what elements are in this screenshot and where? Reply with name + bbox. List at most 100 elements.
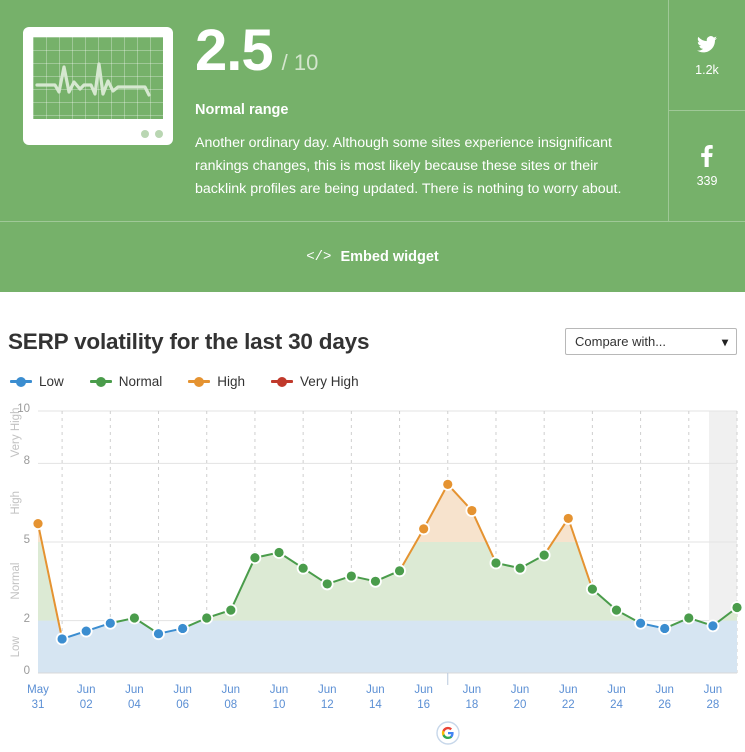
monitor-screen	[32, 37, 163, 119]
x-tick-day: 04	[128, 698, 141, 711]
data-point[interactable]	[537, 548, 551, 562]
volatility-score: 2.5	[195, 18, 274, 83]
legend-label: Normal	[118, 374, 163, 389]
data-point[interactable]	[730, 601, 744, 614]
x-axis-tick: Jun 24	[596, 683, 636, 712]
page-title: SERP volatility for the last 30 days	[8, 328, 370, 354]
monitor-icon-wrap	[0, 22, 195, 221]
data-point[interactable]	[320, 577, 334, 591]
x-tick-month: Jun	[76, 684, 96, 696]
legend-label: Low	[39, 374, 64, 389]
compare-with-select[interactable]: Compare with... ▾	[565, 328, 737, 355]
data-point[interactable]	[55, 632, 69, 646]
x-tick-month: Jun	[269, 684, 289, 696]
data-point[interactable]	[682, 611, 696, 625]
x-axis-tick: Jun 22	[548, 683, 588, 712]
x-tick-month: May	[27, 684, 49, 696]
data-point[interactable]	[706, 619, 720, 633]
x-axis-tick: Jun 12	[307, 683, 347, 712]
x-tick-day: 20	[513, 698, 527, 711]
data-point[interactable]	[128, 611, 141, 625]
x-axis-tick: Jun 10	[259, 683, 299, 712]
facebook-share-button[interactable]: 339	[669, 110, 745, 221]
volatility-score-max: / 10	[281, 50, 319, 75]
data-point[interactable]	[248, 551, 262, 565]
data-point[interactable]	[152, 627, 165, 641]
compare-with-value: Compare with...	[575, 334, 667, 349]
x-tick-day: 18	[465, 698, 479, 711]
data-point[interactable]	[561, 512, 575, 525]
legend-item-normal[interactable]: Normal	[89, 374, 163, 389]
facebook-icon	[701, 144, 713, 167]
chart-header: SERP volatility for the last 30 days Com…	[0, 328, 745, 355]
data-point[interactable]	[658, 622, 672, 635]
x-tick-day: 24	[610, 698, 623, 711]
x-axis-tick: Jun 04	[114, 683, 154, 712]
x-tick-month: Jun	[125, 684, 144, 696]
data-point[interactable]	[103, 616, 117, 630]
y-axis-band-label: High	[10, 490, 22, 515]
ecg-waveform-icon	[34, 62, 151, 97]
x-axis-tick: Jun 28	[693, 683, 733, 712]
twitter-share-button[interactable]: 1.2k	[669, 0, 745, 110]
x-tick-day: 10	[272, 698, 286, 711]
data-point[interactable]	[79, 624, 93, 638]
data-point[interactable]	[393, 564, 406, 578]
x-tick-month: Jun	[414, 684, 433, 696]
legend-marker-icon	[10, 376, 32, 387]
chart-legend: Low Normal High Very High	[0, 355, 745, 389]
y-axis-band-label: Normal	[10, 562, 22, 600]
x-tick-month: Jun	[462, 684, 482, 696]
y-axis-band-label: Low	[10, 636, 22, 658]
legend-marker-icon	[89, 376, 112, 387]
legend-item-low[interactable]: Low	[10, 374, 64, 389]
y-axis-tick: 5	[23, 534, 30, 546]
x-axis-tick: Jun 08	[211, 683, 251, 712]
embed-widget-label: Embed widget	[340, 249, 439, 265]
x-tick-day: 16	[417, 698, 431, 711]
x-axis-tick: Jun 20	[500, 683, 540, 712]
twitter-icon	[697, 34, 717, 56]
data-point[interactable]	[610, 603, 623, 617]
data-point[interactable]	[224, 603, 238, 617]
x-tick-day: 26	[658, 698, 672, 711]
legend-item-very-high[interactable]: Very High	[271, 374, 359, 389]
data-point[interactable]	[465, 504, 479, 517]
data-point[interactable]	[489, 556, 503, 570]
data-point[interactable]	[200, 611, 214, 625]
hero-text-block: 2.5 / 10 Normal range Another ordinary d…	[195, 22, 668, 221]
embed-widget-button[interactable]: </> Embed widget	[0, 221, 745, 292]
hero-main-content: 2.5 / 10 Normal range Another ordinary d…	[0, 0, 668, 221]
data-point[interactable]	[634, 616, 647, 630]
range-label: Normal range	[195, 102, 289, 118]
data-point[interactable]	[272, 546, 286, 559]
heart-monitor-icon	[22, 27, 173, 145]
data-point[interactable]	[417, 522, 431, 536]
data-point[interactable]	[296, 561, 310, 575]
chevron-down-icon: ▾	[721, 334, 728, 349]
x-axis-tick: Jun 18	[452, 683, 492, 712]
data-point[interactable]	[369, 574, 382, 588]
data-point[interactable]	[441, 477, 455, 491]
x-tick-month: Jun	[366, 684, 385, 696]
score-line: 2.5 / 10	[195, 22, 628, 80]
chart-canvas	[31, 410, 744, 685]
x-tick-month: Jun	[703, 684, 723, 696]
hero-top-row: 2.5 / 10 Normal range Another ordinary d…	[0, 0, 745, 221]
x-tick-day: 08	[224, 698, 238, 711]
x-tick-day: 02	[79, 698, 93, 711]
volatility-chart-plot[interactable]: 0 2 5 8 10 Low Normal High Very High May 31 Jun 02 J…	[0, 401, 745, 745]
facebook-share-count: 339	[696, 173, 718, 188]
x-tick-month: Jun	[173, 684, 192, 696]
x-tick-day: 06	[176, 698, 189, 711]
data-point[interactable]	[513, 561, 527, 575]
data-point[interactable]	[585, 582, 599, 596]
legend-label: Very High	[300, 374, 359, 389]
legend-item-high[interactable]: High	[188, 374, 245, 389]
data-point[interactable]	[31, 517, 45, 531]
google-update-marker-icon[interactable]	[436, 721, 460, 745]
social-share-column: 1.2k 339	[668, 0, 745, 221]
data-point[interactable]	[344, 569, 358, 583]
x-tick-day: 22	[561, 698, 575, 711]
data-point[interactable]	[176, 622, 190, 635]
